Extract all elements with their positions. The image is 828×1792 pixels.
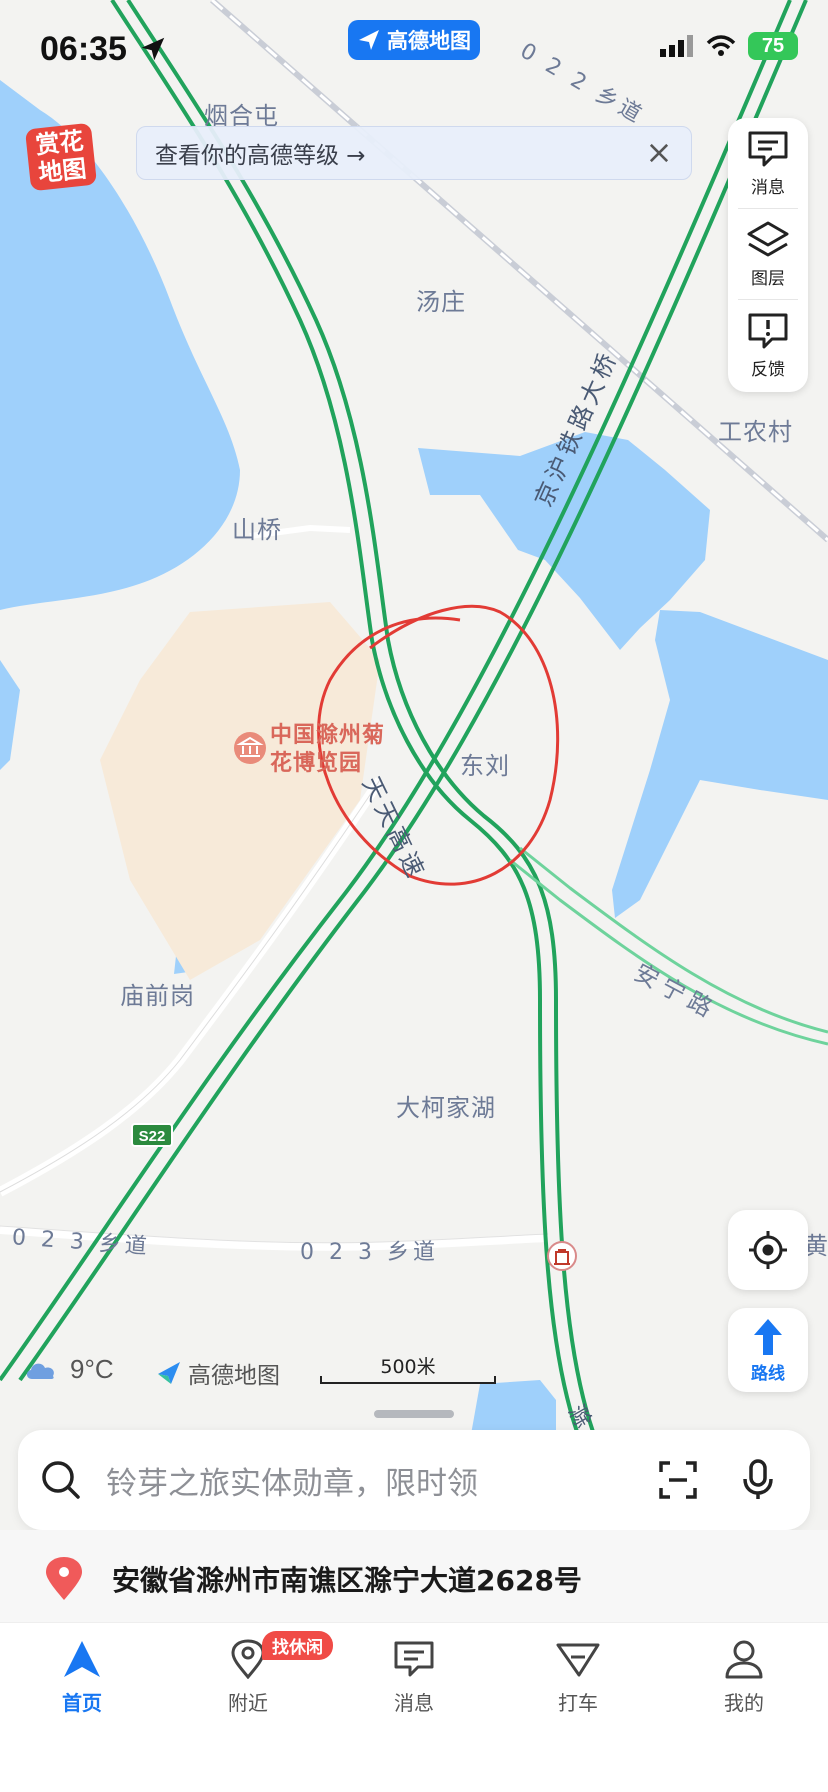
map-brand-watermark: 高德地图 — [156, 1356, 280, 1390]
flower-logo-line2: 地图 — [37, 153, 88, 188]
message-icon — [394, 1641, 434, 1677]
toll-marker — [547, 1241, 577, 1271]
weather-widget[interactable]: 9°C — [24, 1354, 114, 1385]
tab-taxi[interactable]: 打车 — [518, 1639, 638, 1716]
route-button-label: 路线 — [751, 1363, 785, 1384]
cloud-icon — [26, 1363, 54, 1379]
feedback-tool-label: 反馈 — [751, 359, 785, 380]
place-label-dakejiahu: 大柯家湖 — [396, 1094, 496, 1122]
road-label-village-center: 0 2 3 乡道 — [300, 1240, 439, 1265]
navigation-arrow-icon — [64, 1641, 100, 1677]
search-bar[interactable]: 铃芽之旅实体勋章，限时领 — [18, 1430, 810, 1530]
place-label-tangzhuang: 汤庄 — [416, 288, 466, 316]
tab-nearby[interactable]: 附近 找休闲 — [188, 1631, 333, 1716]
tab-profile-label: 我的 — [724, 1691, 764, 1715]
close-icon[interactable] — [645, 139, 673, 167]
tab-taxi-label: 打车 — [558, 1691, 598, 1715]
layers-tool-button[interactable]: 图层 — [728, 209, 808, 299]
place-label-gongnongcun: 工农村 — [718, 418, 793, 446]
scan-icon[interactable] — [658, 1460, 698, 1500]
wifi-icon — [706, 35, 736, 56]
taxi-icon — [556, 1643, 600, 1677]
user-icon — [725, 1640, 763, 1679]
banner-text: 查看你的高德等级 → — [155, 143, 366, 169]
status-indicators: 75 — [660, 32, 798, 60]
locate-me-button[interactable] — [728, 1210, 808, 1290]
message-icon — [748, 131, 788, 166]
scale-label: 500米 — [380, 1356, 436, 1378]
brand-pill-label: 高德地图 — [387, 29, 471, 53]
museum-marker — [234, 732, 266, 764]
amap-brand-pill[interactable]: 高德地图 — [348, 20, 480, 60]
amap-logo-icon — [359, 30, 379, 50]
poi-label-chrysanthemum-expo[interactable]: 中国滁州菊花博览园 — [270, 722, 390, 778]
bottom-sheet: 安徽省滁州市南谯区滁宁大道2628号 首页 附近 找休闲 消息 打车 我的 — [0, 1530, 828, 1792]
search-icon — [42, 1461, 80, 1499]
tab-messages[interactable]: 消息 — [354, 1639, 474, 1716]
location-pin-icon — [46, 1557, 82, 1600]
messages-tool-button[interactable]: 消息 — [728, 118, 808, 208]
current-address[interactable]: 安徽省滁州市南谯区滁宁大道2628号 — [44, 1556, 582, 1602]
sheet-drag-handle[interactable] — [374, 1410, 454, 1418]
battery-indicator: 75 — [748, 32, 798, 60]
amap-logo-icon — [158, 1362, 180, 1384]
tab-messages-label: 消息 — [394, 1691, 434, 1715]
feedback-tool-button[interactable]: 反馈 — [728, 300, 808, 390]
route-shield-label: S22 — [139, 1128, 166, 1145]
tab-home-label: 首页 — [62, 1691, 102, 1715]
map-canvas[interactable]: S22 — [0, 0, 828, 1440]
search-input[interactable]: 铃芽之旅实体勋章，限时领 — [106, 1458, 478, 1503]
scale-bar — [320, 1376, 496, 1384]
map-scale: 500米 — [318, 1352, 498, 1388]
feedback-icon — [748, 313, 788, 348]
route-button[interactable]: 路线 — [728, 1308, 808, 1392]
microphone-icon[interactable] — [742, 1459, 774, 1501]
bottom-tab-bar: 首页 附近 找休闲 消息 打车 我的 — [0, 1622, 828, 1792]
place-label-shanqiao: 山桥 — [232, 516, 282, 544]
place-label-miaoqiangang: 庙前岗 — [120, 982, 195, 1010]
tab-profile[interactable]: 我的 — [684, 1639, 804, 1716]
nearby-badge: 找休闲 — [262, 1631, 333, 1660]
messages-tool-label: 消息 — [751, 177, 785, 198]
location-arrow-icon — [141, 37, 165, 61]
signal-icon — [660, 35, 693, 57]
map-brand-label: 高德地图 — [188, 1363, 280, 1389]
layers-icon — [747, 221, 789, 256]
level-banner[interactable]: 查看你的高德等级 → — [136, 126, 692, 180]
route-arrow-icon — [754, 1318, 782, 1355]
map-tools-panel: 消息 图层 反馈 — [728, 118, 808, 392]
weather-temp: 9°C — [70, 1354, 114, 1384]
tab-nearby-label: 附近 — [228, 1691, 268, 1715]
tab-home[interactable]: 首页 — [22, 1639, 142, 1716]
place-label-dongliu: 东刘 — [460, 752, 510, 780]
status-time: 06:35 — [40, 30, 127, 68]
flower-map-entry[interactable]: 赏花 地图 — [24, 122, 98, 192]
target-icon — [749, 1231, 787, 1269]
layers-tool-label: 图层 — [751, 268, 785, 289]
address-text: 安徽省滁州市南谯区滁宁大道2628号 — [112, 1564, 582, 1597]
